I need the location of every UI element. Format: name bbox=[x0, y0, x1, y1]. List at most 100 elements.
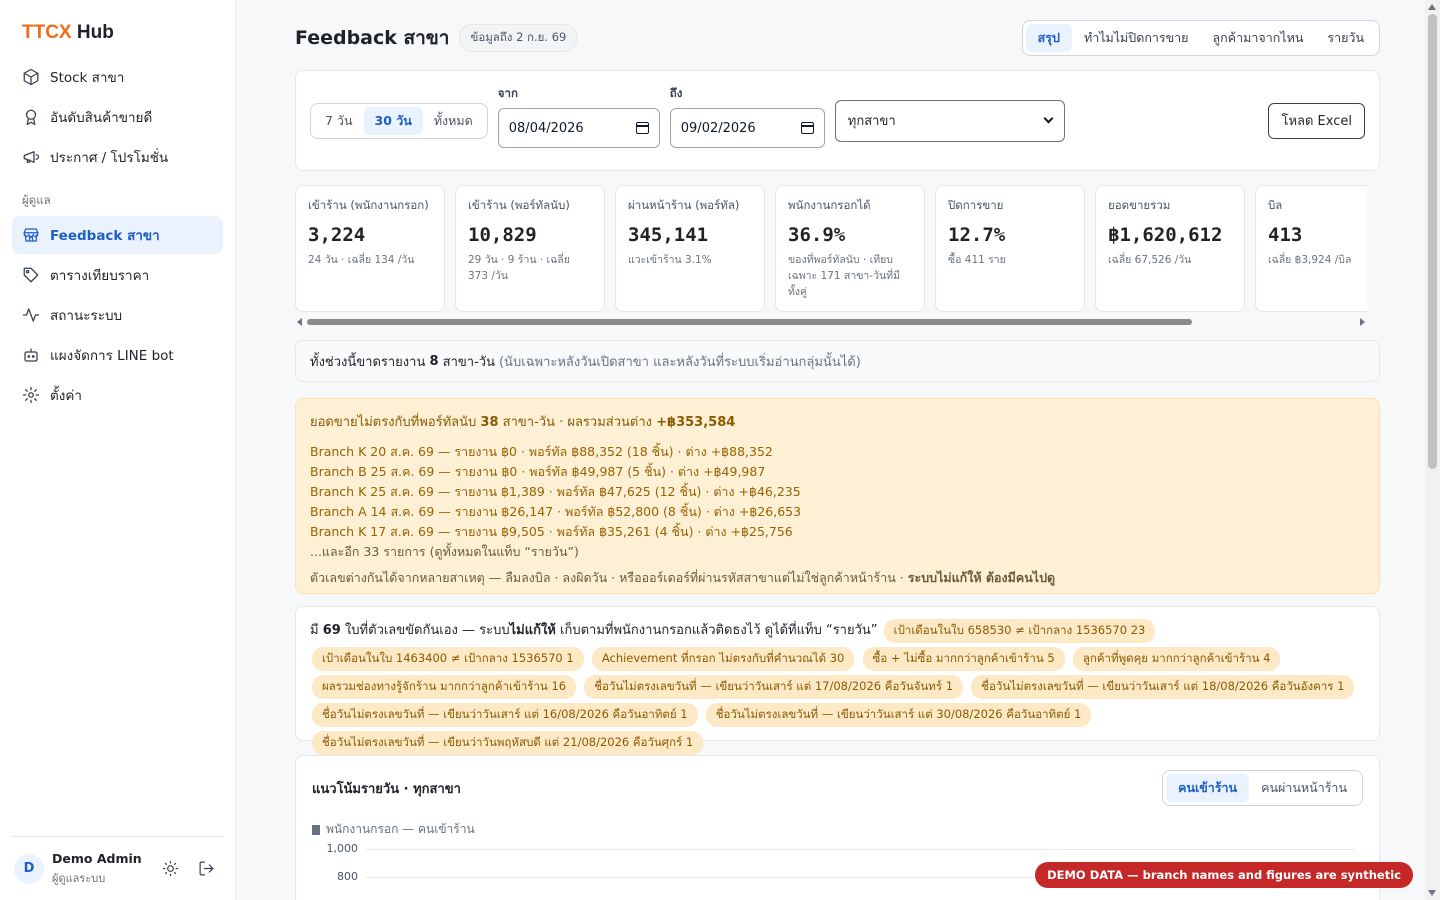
sidebar-item-label: ตารางเทียบราคา bbox=[50, 268, 150, 284]
sidebar-item-settings[interactable]: ตั้งค่า bbox=[12, 376, 223, 414]
conflict-chip[interactable]: ผลรวมช่องทางรู้จักร้าน มากกว่าลูกค้าเข้า… bbox=[312, 675, 577, 699]
vertical-scrollbar[interactable] bbox=[1425, 0, 1440, 900]
from-date-input[interactable]: 08/04/2026 bbox=[497, 108, 660, 148]
sidebar-item-label: Feedback สาขา bbox=[50, 228, 160, 244]
app-shell: TTCX Hub Stock สาขา อันดับสินค้าขายดี ปร… bbox=[0, 0, 1440, 900]
branch-select[interactable]: ทุกสาขา bbox=[834, 99, 1065, 142]
stat-value: 3,224 bbox=[308, 224, 366, 246]
range-7-days[interactable]: 7 วัน bbox=[314, 107, 364, 135]
mismatch-foot-prefix: ตัวเลขต่างกันได้จากหลายสาเหตุ — ลืมลงบิล… bbox=[310, 570, 904, 585]
sidebar-item-line-bot[interactable]: แผงจัดการ LINE bot bbox=[12, 336, 223, 374]
box-icon bbox=[22, 68, 40, 86]
user-box: D Demo Admin ผู้ดูแลระบบ bbox=[12, 836, 223, 900]
conflict-count: 69 bbox=[322, 623, 341, 638]
conflict-chip[interactable]: ชื่อวันไม่ตรงเลขวันที่ — เขียนว่าวันเสาร… bbox=[971, 675, 1355, 699]
from-label: จาก bbox=[497, 86, 518, 100]
stat-card-walkin-portal: เข้าร้าน (พอร์ทัลนับ) 10,829 29 วัน · 9 … bbox=[455, 185, 605, 312]
mismatch-footnote: ตัวเลขต่างกันได้จากหลายสาเหตุ — ลืมลงบิล… bbox=[310, 568, 1365, 588]
sidebar-item-label: ตั้งค่า bbox=[50, 388, 82, 404]
conflict-summary: มี 69 ใบที่ตัวเลขขัดกันเอง — ระบบไม่แก้ใ… bbox=[310, 623, 882, 638]
tab-customer-source[interactable]: ลูกค้ามาจากไหน bbox=[1201, 24, 1316, 52]
conflict-chip[interactable]: ซื้อ + ไม่ซื้อ มากกว่าลูกค้าเข้าร้าน 5 bbox=[862, 647, 1065, 671]
stat-label: ผ่านหน้าร้าน (พอร์ทัล) bbox=[628, 198, 740, 212]
sidebar-item-bestsellers[interactable]: อันดับสินค้าขายดี bbox=[12, 98, 223, 136]
sidebar-item-price-compare[interactable]: ตารางเทียบราคา bbox=[12, 256, 223, 294]
from-field: จาก 08/04/2026 bbox=[497, 85, 660, 148]
stat-sub: เฉลี่ย 67,526 /วัน bbox=[1108, 254, 1192, 266]
conflict-chip[interactable]: Achievement ที่กรอก ไม่ตรงกับที่คำนวณได้… bbox=[591, 647, 855, 671]
sidebar-item-stock[interactable]: Stock สาขา bbox=[12, 58, 223, 96]
calendar-icon[interactable] bbox=[635, 122, 649, 134]
range-30-days[interactable]: 30 วัน bbox=[363, 106, 423, 135]
conflict-chips: เป้าเดือนในใบ 658530 ≠ เป้ากลาง 1536570 … bbox=[310, 619, 1356, 755]
to-label: ถึง bbox=[669, 86, 683, 100]
scroll-up-arrow[interactable] bbox=[1428, 4, 1436, 10]
legend-label: พนักงานกรอก — คนเข้าร้าน bbox=[326, 822, 475, 836]
sidebar-item-feedback[interactable]: Feedback สาขา bbox=[12, 216, 223, 254]
tab-walkin[interactable]: คนเข้าร้าน bbox=[1166, 774, 1250, 802]
to-field: ถึง 09/02/2026 bbox=[669, 85, 825, 148]
mismatch-total: +฿353,584 bbox=[656, 415, 736, 430]
branch-select-value: ทุกสาขา bbox=[847, 114, 896, 129]
conflict-chip[interactable]: ชื่อวันไม่ตรงเลขวันที่ — เขียนว่าวันเสาร… bbox=[705, 703, 1092, 727]
stat-card-bills: บิล 413 เฉลี่ย ฿3,924 /บิล bbox=[1255, 185, 1367, 312]
calendar-icon[interactable] bbox=[800, 122, 814, 134]
theme-toggle-button[interactable] bbox=[155, 854, 185, 884]
nav-section-admin: ผู้ดูแล bbox=[22, 193, 51, 207]
conflict-chip[interactable]: ชื่อวันไม่ตรงเลขวันที่ — เขียนว่าวันเสาร… bbox=[584, 675, 964, 699]
conflict-chip[interactable]: เป้าเดือนในใบ 1463400 ≠ เป้ากลาง 1536570… bbox=[312, 647, 584, 671]
missing-count: 8 bbox=[429, 353, 439, 369]
scrollbar-thumb[interactable] bbox=[307, 319, 1192, 325]
trend-header: แนวโน้มรายวัน · ทุกสาขา คนเข้าร้าน คนผ่า… bbox=[312, 770, 1363, 806]
sidebar-item-label: อันดับสินค้าขายดี bbox=[50, 110, 153, 126]
scroll-down-arrow[interactable] bbox=[1428, 890, 1436, 896]
stat-value: 12.7% bbox=[948, 224, 1006, 246]
view-tabs: สรุป ทำไมไม่ปิดการขาย ลูกค้ามาจากไหน ราย… bbox=[1021, 20, 1380, 56]
sidebar: TTCX Hub Stock สาขา อันดับสินค้าขายดี ปร… bbox=[0, 0, 236, 900]
mismatch-line: Branch K 25 ส.ค. 69 — รายงาน ฿1,389 · พอ… bbox=[310, 484, 801, 499]
main-content: Feedback สาขา ข้อมูลถึง 2 ก.ย. 69 สรุป ท… bbox=[236, 0, 1440, 900]
stat-cards: เข้าร้าน (พนักงานกรอก) 3,224 24 วัน · เฉ… bbox=[295, 185, 1367, 312]
range-all[interactable]: ทั้งหมด bbox=[423, 107, 484, 135]
avatar: D bbox=[14, 853, 44, 884]
user-role: ผู้ดูแลระบบ bbox=[52, 871, 106, 885]
trend-metric-tabs: คนเข้าร้าน คนผ่านหน้าร้าน bbox=[1162, 770, 1363, 806]
sidebar-item-system-status[interactable]: สถานะระบบ bbox=[12, 296, 223, 334]
conflict-mid: ใบที่ตัวเลขขัดกันเอง — ระบบ bbox=[344, 623, 510, 638]
mismatch-more: ...และอีก 33 รายการ (ดูทั้งหมดในแท็บ “รา… bbox=[310, 544, 579, 559]
conflict-chip[interactable]: ชื่อวันไม่ตรงเลขวันที่ — เขียนว่าวันเสาร… bbox=[312, 703, 698, 727]
sidebar-item-label: แผงจัดการ LINE bot bbox=[50, 348, 174, 364]
tab-passby[interactable]: คนผ่านหน้าร้าน bbox=[1249, 774, 1359, 802]
horizontal-scrollbar[interactable] bbox=[295, 316, 1367, 328]
stats-scroller[interactable]: เข้าร้าน (พนักงานกรอก) 3,224 24 วัน · เฉ… bbox=[295, 185, 1367, 328]
conflict-chip[interactable]: เป้าเดือนในใบ 658530 ≠ เป้ากลาง 1536570 … bbox=[883, 619, 1156, 643]
stat-sub: 24 วัน · เฉลี่ย 134 /วัน bbox=[308, 254, 415, 266]
scroll-right-arrow[interactable] bbox=[1360, 318, 1365, 326]
stat-label: ปิดการขาย bbox=[948, 198, 1004, 212]
tab-daily[interactable]: รายวัน bbox=[1315, 24, 1376, 52]
logout-icon bbox=[199, 861, 213, 876]
stat-value: ฿1,620,612 bbox=[1108, 224, 1223, 246]
to-date-value: 09/02/2026 bbox=[680, 120, 756, 136]
download-excel-button[interactable]: โหลด Excel bbox=[1268, 102, 1365, 139]
gear-icon bbox=[22, 386, 40, 404]
legend-swatch bbox=[312, 824, 320, 835]
page-header: Feedback สาขา ข้อมูลถึง 2 ก.ย. 69 สรุป ท… bbox=[295, 20, 1380, 56]
to-date-input[interactable]: 09/02/2026 bbox=[669, 108, 825, 148]
sales-mismatch-alert: ยอดขายไม่ตรงกับที่พอร์ทัลนับ 38 สาขา-วัน… bbox=[295, 398, 1380, 594]
brand-logo[interactable]: TTCX Hub bbox=[12, 18, 223, 58]
conflict-chip[interactable]: ลูกค้าที่พูดคุย มากกว่าลูกค้าเข้าร้าน 4 bbox=[1072, 647, 1281, 671]
stat-card-close-rate: ปิดการขาย 12.7% ซื้อ 411 ราย bbox=[935, 185, 1085, 312]
missing-prefix: ทั้งช่วงนี้ขาดรายงาน bbox=[310, 354, 426, 370]
missing-unit: สาขา-วัน bbox=[442, 354, 495, 370]
tab-summary[interactable]: สรุป bbox=[1025, 24, 1072, 52]
mismatch-line: Branch B 25 ส.ค. 69 — รายงาน ฿0 · พอร์ทั… bbox=[310, 464, 766, 479]
trend-legend[interactable]: พนักงานกรอก — คนเข้าร้าน bbox=[312, 820, 1363, 839]
sidebar-item-announcements[interactable]: ประกาศ / โปรโมชั่น bbox=[12, 138, 223, 176]
conflict-chip[interactable]: ชื่อวันไม่ตรงเลขวันที่ — เขียนว่าวันพฤหั… bbox=[312, 731, 704, 755]
scrollbar-thumb[interactable] bbox=[1428, 14, 1437, 469]
scroll-left-arrow[interactable] bbox=[297, 318, 302, 326]
y-tick-label: 1,000 bbox=[326, 842, 359, 855]
logout-button[interactable] bbox=[191, 854, 221, 884]
tab-why-no-close[interactable]: ทำไมไม่ปิดการขาย bbox=[1072, 24, 1201, 52]
